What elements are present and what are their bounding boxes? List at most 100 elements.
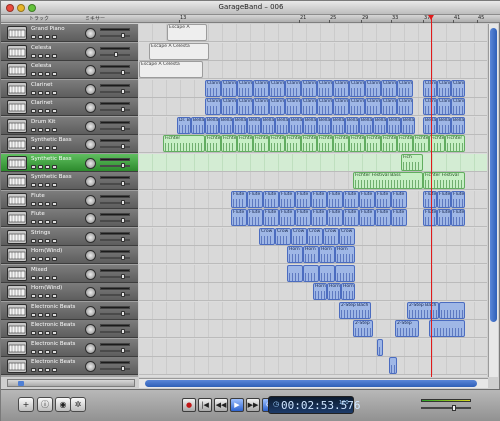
region[interactable]: Clarinet: [381, 98, 397, 115]
region[interactable]: Clarinet: [451, 98, 465, 115]
region[interactable]: Horn: [335, 246, 355, 263]
volume-slider[interactable]: [100, 349, 130, 352]
region[interactable]: [303, 264, 319, 282]
region[interactable]: Horn: [303, 246, 319, 263]
mute-button[interactable]: [38, 238, 43, 243]
region[interactable]: Bellas: [359, 116, 373, 134]
region[interactable]: Flute: [247, 209, 263, 226]
region[interactable]: Bellas: [331, 116, 345, 134]
region[interactable]: Bellas: [401, 116, 415, 134]
solo-button[interactable]: [45, 164, 50, 169]
vertical-scroll-thumb[interactable]: [490, 28, 497, 322]
volume-slider[interactable]: [100, 294, 130, 296]
pan-knob[interactable]: [85, 65, 96, 76]
solo-button[interactable]: [45, 90, 50, 95]
region[interactable]: [439, 301, 465, 319]
rewind-button[interactable]: ◀◀: [214, 398, 228, 412]
region[interactable]: Fichter: [221, 135, 237, 152]
region[interactable]: Bellas: [219, 116, 233, 134]
region[interactable]: Fichter: [349, 135, 365, 152]
volume-slider-knob[interactable]: [121, 144, 125, 149]
region[interactable]: Flute: [327, 190, 343, 208]
region[interactable]: Clarinet: [451, 79, 465, 97]
region[interactable]: Flute: [263, 190, 279, 208]
pan-knob[interactable]: [85, 287, 96, 298]
region[interactable]: Flute: [423, 209, 437, 226]
region[interactable]: Bellas: [289, 116, 303, 134]
lock-button[interactable]: [52, 294, 57, 298]
lock-button[interactable]: [52, 312, 57, 317]
volume-slider-knob[interactable]: [121, 310, 125, 316]
region[interactable]: Clarinet: [221, 98, 237, 115]
track-lane[interactable]: [139, 357, 487, 375]
region[interactable]: 2-Step: [353, 320, 373, 337]
volume-slider-knob[interactable]: [121, 125, 125, 131]
region[interactable]: Dr. Bellas: [177, 116, 191, 134]
mute-button[interactable]: [38, 368, 43, 372]
region[interactable]: Bellas: [387, 116, 401, 134]
record-enable-button[interactable]: [31, 35, 36, 39]
region[interactable]: Fichter: [445, 135, 465, 152]
track-header[interactable]: Horn(Wind): [1, 246, 138, 264]
pan-knob[interactable]: [85, 102, 96, 113]
region[interactable]: 2-Step Bach: [407, 301, 439, 319]
record-enable-button[interactable]: [31, 275, 36, 280]
play-button[interactable]: ▶: [230, 398, 244, 412]
region[interactable]: Clarinet: [285, 79, 301, 97]
region[interactable]: Crow: [275, 227, 291, 245]
region[interactable]: Clarinet: [349, 79, 365, 97]
record-enable-button[interactable]: [31, 331, 36, 335]
volume-slider-knob[interactable]: [121, 347, 125, 353]
region[interactable]: Clarinet: [269, 79, 285, 97]
region[interactable]: Fichter: [163, 135, 205, 152]
fast-forward-button[interactable]: ▶▶: [246, 398, 260, 412]
mute-button[interactable]: [38, 331, 43, 335]
region[interactable]: Fichter: [269, 135, 285, 152]
volume-slider-knob[interactable]: [121, 218, 125, 223]
track-header[interactable]: Electronic Beats: [1, 357, 138, 375]
volume-slider-knob[interactable]: [121, 236, 125, 242]
mute-button[interactable]: [38, 109, 43, 113]
region[interactable]: Clarinet: [285, 98, 301, 115]
solo-button[interactable]: [45, 294, 50, 298]
volume-slider[interactable]: [100, 312, 130, 315]
region[interactable]: Fichter: [397, 135, 413, 152]
region[interactable]: Horn: [319, 246, 335, 263]
lock-button[interactable]: [52, 35, 57, 39]
record-enable-button[interactable]: [31, 53, 36, 58]
region[interactable]: Clarinet: [423, 98, 437, 115]
record-enable-button[interactable]: [31, 312, 36, 317]
volume-slider[interactable]: [100, 275, 130, 278]
pan-knob[interactable]: [85, 305, 96, 317]
volume-slider-knob[interactable]: [121, 162, 125, 168]
region[interactable]: Fichter: [365, 135, 381, 152]
region[interactable]: Bellas: [303, 116, 317, 134]
region[interactable]: Flute: [391, 209, 407, 226]
volume-slider[interactable]: [100, 183, 130, 185]
mute-button[interactable]: [38, 35, 43, 39]
record-enable-button[interactable]: [31, 294, 36, 298]
region[interactable]: Bellas: [373, 116, 387, 134]
region[interactable]: Flute: [263, 209, 279, 226]
region[interactable]: Fichter: [413, 135, 429, 152]
volume-slider-knob[interactable]: [121, 273, 125, 279]
region[interactable]: [287, 264, 303, 282]
track-lane[interactable]: [139, 338, 487, 357]
region[interactable]: Fichter Festival Bass: [353, 172, 423, 189]
pan-knob[interactable]: [85, 28, 96, 39]
volume-slider[interactable]: [100, 368, 130, 370]
region[interactable]: Clarinet: [437, 98, 451, 115]
mute-button[interactable]: [38, 220, 43, 224]
region[interactable]: Clarinet: [381, 79, 397, 97]
volume-slider[interactable]: [100, 164, 130, 167]
lcd-display[interactable]: ◷ 00:02:53.576 120: [268, 396, 360, 414]
volume-slider[interactable]: [100, 220, 130, 222]
lock-button[interactable]: [52, 146, 57, 150]
lock-button[interactable]: [52, 109, 57, 113]
lock-button[interactable]: [52, 53, 57, 58]
region[interactable]: Flute: [451, 209, 465, 226]
region[interactable]: Crow: [259, 227, 275, 245]
volume-slider-knob[interactable]: [114, 51, 118, 57]
volume-slider[interactable]: [100, 331, 130, 333]
region[interactable]: Crow: [307, 227, 323, 245]
